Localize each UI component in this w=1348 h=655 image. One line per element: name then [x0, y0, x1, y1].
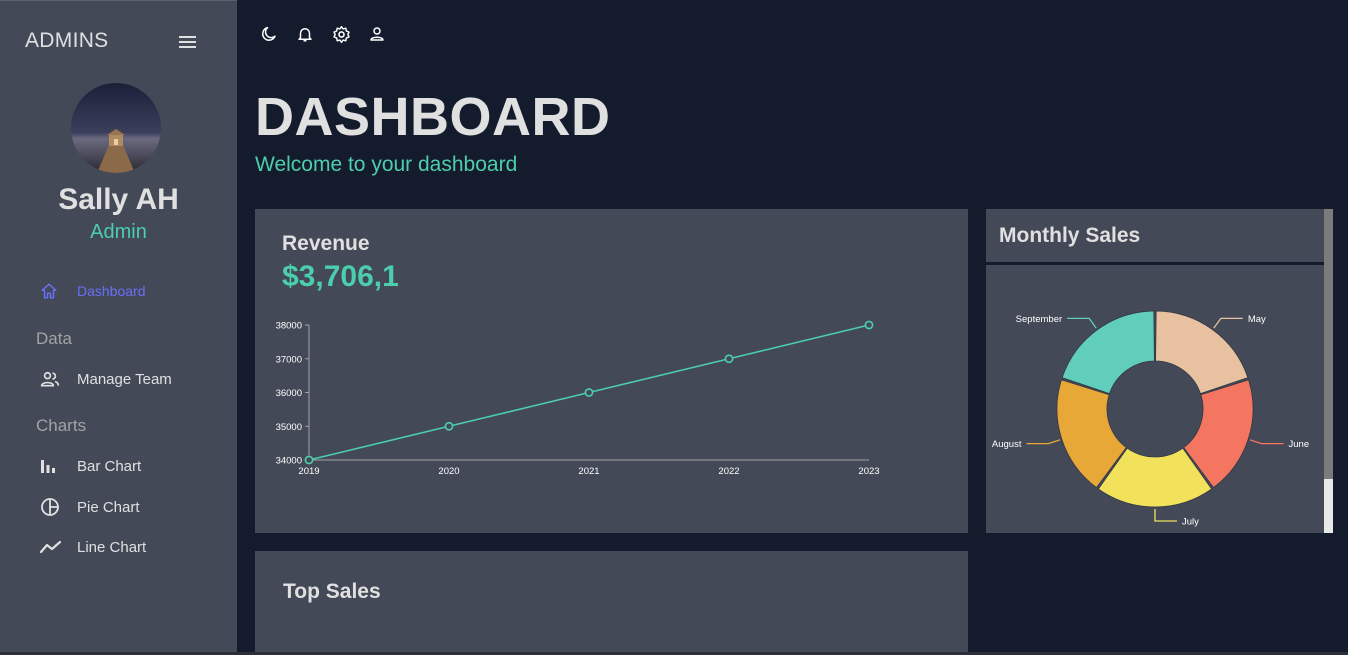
sidebar-item-label: Line Chart — [77, 538, 147, 556]
y-tick-label: 37000 — [276, 354, 302, 365]
pie-chart-icon — [36, 496, 66, 518]
menu-icon[interactable] — [178, 34, 198, 50]
y-tick-label: 38000 — [276, 321, 302, 332]
pie-label-connector — [1067, 317, 1097, 329]
pie-slice-may[interactable] — [1155, 310, 1249, 395]
avatar — [71, 83, 161, 173]
pie-label: August — [992, 439, 1022, 450]
profile-icon[interactable] — [367, 24, 387, 44]
x-tick-label: 2021 — [578, 466, 599, 477]
monthly-sales-header: Monthly Sales — [986, 209, 1324, 265]
sidebar-item-label: Dashboard — [77, 283, 146, 299]
pie-label-connector — [1249, 439, 1284, 445]
page-subtitle: Welcome to your dashboard — [255, 153, 518, 176]
sidebar-item-label: Bar Chart — [77, 457, 142, 475]
scrollbar-thumb[interactable] — [1324, 209, 1333, 479]
scrollbar-track[interactable] — [1324, 209, 1333, 533]
topbar-icons — [259, 24, 387, 44]
top-sales-title: Top Sales — [283, 580, 381, 603]
bar-chart-icon — [36, 455, 66, 477]
data-point[interactable] — [584, 388, 594, 397]
sidebar-item-pie-chart[interactable]: Pie Chart — [36, 495, 140, 519]
section-title-charts: Charts — [36, 416, 87, 435]
monthly-sales-card: Monthly Sales May June July August September — [986, 209, 1333, 533]
x-tick-label: 2019 — [298, 466, 319, 477]
x-tick-label: 2023 — [858, 466, 879, 477]
data-point[interactable] — [304, 455, 314, 465]
home-icon — [36, 280, 66, 302]
y-tick-label: 36000 — [276, 388, 302, 399]
dark-mode-icon[interactable] — [259, 24, 279, 44]
sidebar: ADMINS Sally AH Admin Dashboard Data Man… — [0, 0, 237, 655]
revenue-card: Revenue $3,706,1 34000 35000 36000 37000 380… — [255, 209, 968, 533]
notifications-icon[interactable] — [295, 24, 315, 44]
settings-icon[interactable] — [331, 24, 351, 44]
y-tick-label: 35000 — [276, 422, 302, 433]
pie-label-connector — [1026, 439, 1061, 445]
monthly-sales-title: Monthly Sales — [999, 224, 1141, 247]
data-point[interactable] — [444, 421, 454, 431]
line-chart-icon — [36, 536, 66, 558]
people-icon — [36, 368, 66, 390]
sidebar-item-line-chart[interactable]: Line Chart — [36, 535, 146, 559]
sidebar-item-manage-team[interactable]: Manage Team — [36, 367, 172, 391]
user-role: Admin — [90, 221, 147, 243]
section-title-data: Data — [36, 329, 72, 348]
pie-slice-september[interactable] — [1061, 310, 1155, 395]
x-tick-label: 2020 — [438, 466, 459, 477]
pie-label: July — [1182, 517, 1199, 528]
top-sales-card: Top Sales — [255, 551, 968, 655]
sidebar-item-label: Pie Chart — [77, 498, 140, 516]
pie-label: June — [1289, 439, 1310, 450]
sidebar-item-dashboard[interactable]: Dashboard — [36, 279, 146, 303]
y-tick-label: 34000 — [276, 456, 302, 467]
sidebar-item-bar-chart[interactable]: Bar Chart — [36, 454, 141, 478]
data-point[interactable] — [724, 354, 734, 364]
x-tick-label: 2022 — [718, 466, 739, 477]
pie-label-connector — [1213, 317, 1243, 329]
user-name: Sally AH — [58, 183, 179, 216]
data-point[interactable] — [864, 320, 874, 330]
page-title: DASHBOARD — [255, 87, 611, 147]
monthly-sales-pie-chart: May June July August September — [992, 310, 1310, 528]
pie-label-connector — [1154, 509, 1177, 522]
brand-title: ADMINS — [25, 29, 109, 52]
pie-label: September — [1016, 314, 1062, 325]
revenue-line-chart: 34000 35000 36000 37000 38000 2019 2020 2021 202… — [276, 320, 880, 478]
sidebar-item-label: Manage Team — [77, 370, 172, 388]
pie-label: May — [1248, 314, 1266, 325]
